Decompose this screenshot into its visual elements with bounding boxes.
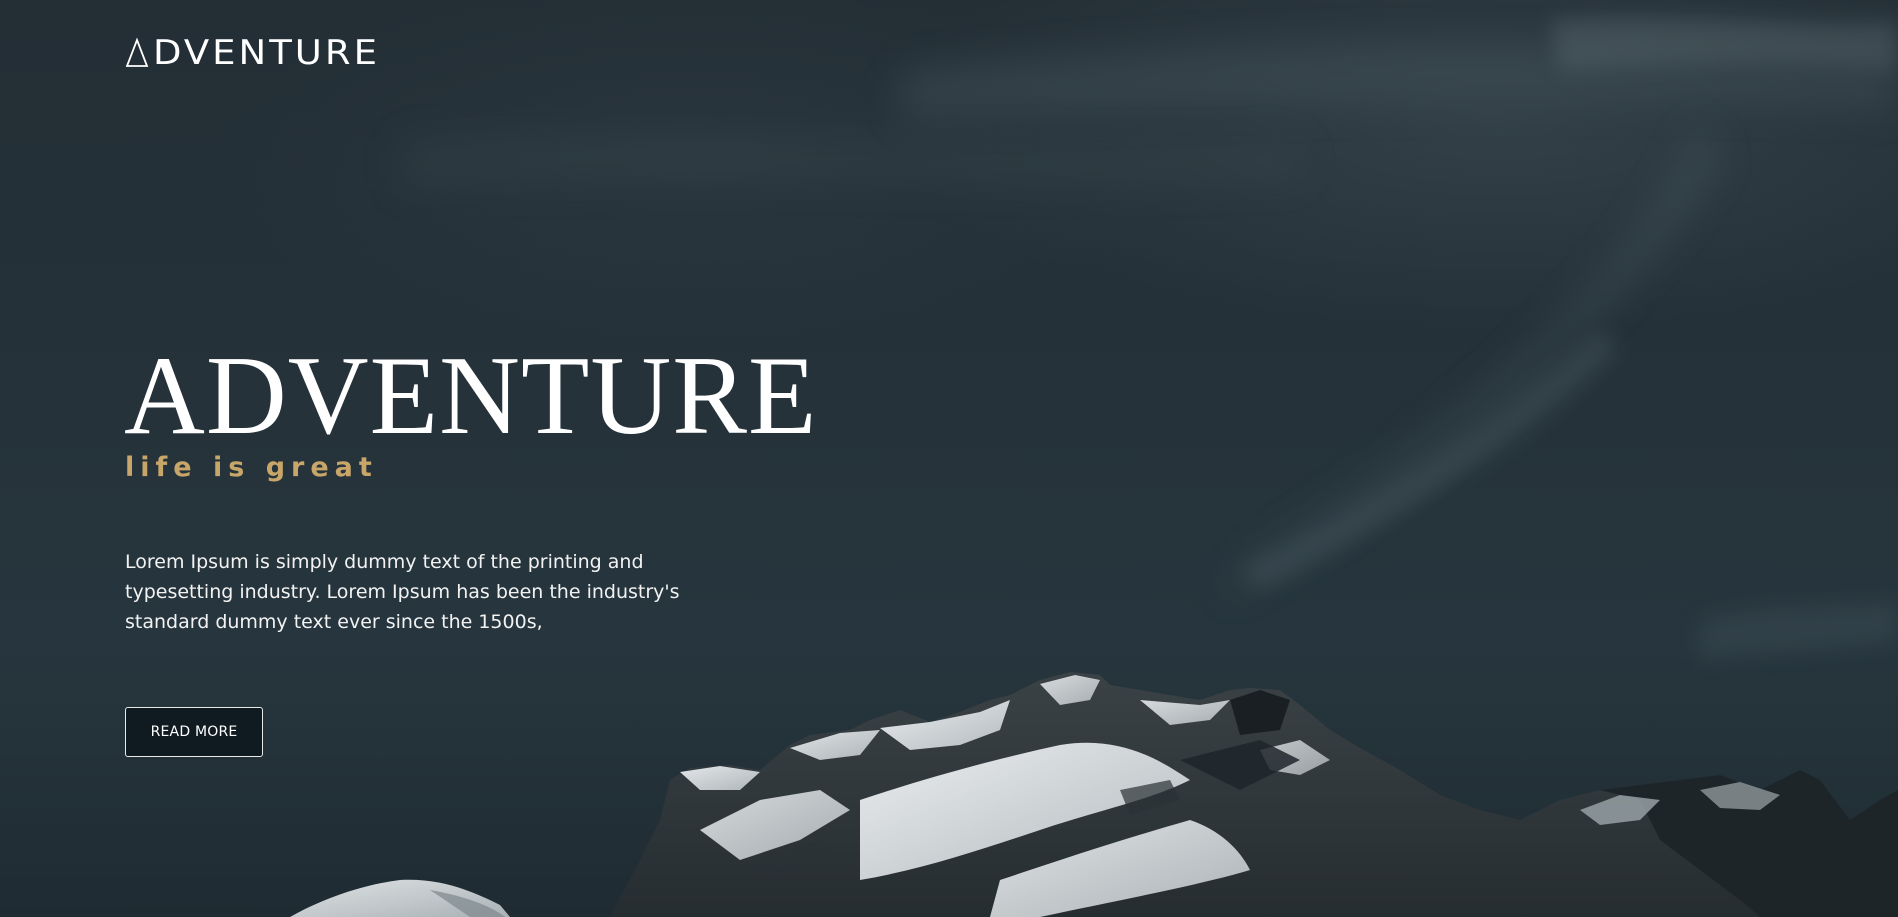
site-logo[interactable]: DVENTURE xyxy=(125,34,380,71)
hero-description-line: typesetting industry. Lorem Ipsum has be… xyxy=(125,581,680,603)
hero-section: DVENTURE ADVENTURE life is great Lorem I… xyxy=(0,0,1898,917)
hero-headline: ADVENTURE xyxy=(124,334,818,458)
hero-tagline: life is great xyxy=(125,452,378,483)
hero-description-line: Lorem Ipsum is simply dummy text of the … xyxy=(125,551,644,573)
hero-description: Lorem Ipsum is simply dummy text of the … xyxy=(125,547,725,637)
hero-description-line: standard dummy text ever since the 1500s… xyxy=(125,611,543,633)
triangle-a-icon xyxy=(125,36,149,67)
logo-text: DVENTURE xyxy=(153,32,380,73)
read-more-button[interactable]: READ MORE xyxy=(125,707,263,757)
